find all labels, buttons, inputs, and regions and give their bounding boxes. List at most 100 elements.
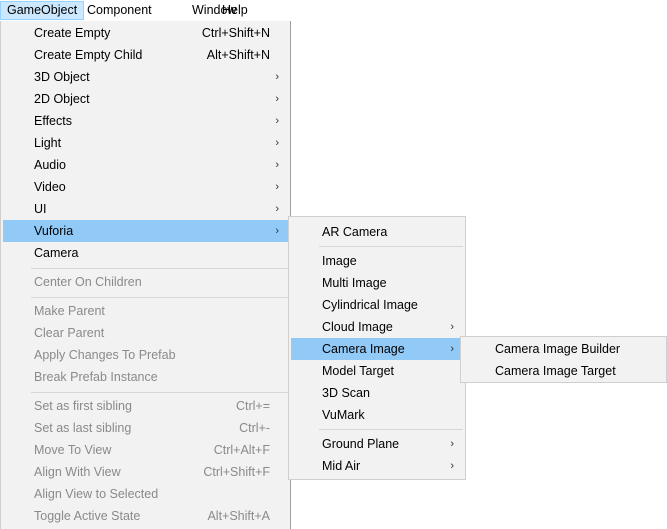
submenu-item-3d-scan[interactable]: 3D Scan <box>291 382 463 404</box>
menu-item-label: Center On Children <box>34 275 142 289</box>
menu-item-label: Cloud Image <box>322 320 393 334</box>
menu-item-label: Multi Image <box>322 276 387 290</box>
menu-item-shortcut: Ctrl+Shift+F <box>203 465 270 479</box>
menu-item-center-on-children[interactable]: Center On Children <box>3 271 288 293</box>
menu-item-label: Break Prefab Instance <box>34 370 158 384</box>
menu-item-move-to-view[interactable]: Move To View Ctrl+Alt+F <box>3 439 288 461</box>
menu-item-label: 3D Object <box>34 70 90 84</box>
menu-item-create-empty-child[interactable]: Create Empty Child Alt+Shift+N <box>3 44 288 66</box>
menu-item-label: Ground Plane <box>322 437 400 451</box>
submenu-item-ar-camera[interactable]: AR Camera <box>291 221 463 243</box>
menu-item-shortcut: Ctrl+= <box>235 399 270 413</box>
chevron-right-icon: › <box>450 438 454 450</box>
menu-item-set-as-first-sibling[interactable]: Set as first sibling Ctrl+= <box>3 395 288 417</box>
menu-item-label: Move To View <box>34 443 112 457</box>
menu-item-label: Mid Air <box>322 459 361 473</box>
gameobject-menu: Create Empty Ctrl+Shift+N Create Empty C… <box>0 21 290 529</box>
menu-item-video[interactable]: Video › <box>3 176 288 198</box>
menu-item-label: Model Target <box>322 364 395 378</box>
vuforia-submenu: AR Camera Image Multi Image Cylindrical … <box>288 216 466 480</box>
menu-separator <box>31 297 288 298</box>
menu-separator <box>31 268 288 269</box>
menu-item-light[interactable]: Light › <box>3 132 288 154</box>
menu-item-label: Image <box>322 254 357 268</box>
chevron-right-icon: › <box>275 181 279 193</box>
menu-item-label: UI <box>34 202 47 216</box>
menu-item-apply-changes-to-prefab[interactable]: Apply Changes To Prefab <box>3 344 288 366</box>
menu-item-label: 2D Object <box>34 92 90 106</box>
submenu-item-camera-image-builder[interactable]: Camera Image Builder <box>463 338 664 360</box>
chevron-right-icon: › <box>275 225 279 237</box>
submenu-item-camera-image[interactable]: Camera Image › <box>291 338 463 360</box>
menu-separator <box>319 246 463 247</box>
chevron-right-icon: › <box>275 71 279 83</box>
submenu-item-multi-image[interactable]: Multi Image <box>291 272 463 294</box>
menu-separator <box>31 392 288 393</box>
menu-bar: GameObject Component Window Help <box>0 0 667 22</box>
menu-item-align-with-view[interactable]: Align With View Ctrl+Shift+F <box>3 461 288 483</box>
menu-item-label: Create Empty <box>34 26 111 40</box>
menu-item-label: Set as last sibling <box>34 421 132 435</box>
menu-item-label: Toggle Active State <box>34 509 141 523</box>
menu-item-label: Video <box>34 180 66 194</box>
submenu-item-ground-plane[interactable]: Ground Plane › <box>291 433 463 455</box>
menu-item-label: AR Camera <box>322 225 388 239</box>
menu-item-label: Light <box>34 136 62 150</box>
menu-item-label: Create Empty Child <box>34 48 143 62</box>
menu-item-toggle-active-state[interactable]: Toggle Active State Alt+Shift+A <box>3 505 288 527</box>
menu-item-break-prefab-instance[interactable]: Break Prefab Instance <box>3 366 288 388</box>
menu-item-align-view-to-selected[interactable]: Align View to Selected <box>3 483 288 505</box>
menu-item-label: Set as first sibling <box>34 399 132 413</box>
menu-item-label: Make Parent <box>34 304 105 318</box>
menu-item-shortcut: Ctrl+- <box>239 421 270 435</box>
chevron-right-icon: › <box>450 321 454 333</box>
menu-item-label: Camera Image Target <box>495 364 616 378</box>
menu-item-label: Vuforia <box>34 224 74 238</box>
chevron-right-icon: › <box>450 460 454 472</box>
submenu-item-camera-image-target[interactable]: Camera Image Target <box>463 360 664 382</box>
menu-item-label: Audio <box>34 158 66 172</box>
menu-item-label: 3D Scan <box>322 386 370 400</box>
camera-image-submenu: Camera Image Builder Camera Image Target <box>460 336 667 383</box>
menu-item-set-as-last-sibling[interactable]: Set as last sibling Ctrl+- <box>3 417 288 439</box>
chevron-right-icon: › <box>275 137 279 149</box>
submenu-item-vumark[interactable]: VuMark <box>291 404 463 426</box>
chevron-right-icon: › <box>275 159 279 171</box>
menu-item-label: Effects <box>34 114 72 128</box>
menu-item-2d-object[interactable]: 2D Object › <box>3 88 288 110</box>
menu-item-effects[interactable]: Effects › <box>3 110 288 132</box>
submenu-item-cloud-image[interactable]: Cloud Image › <box>291 316 463 338</box>
menu-item-label: VuMark <box>322 408 365 422</box>
menu-item-camera[interactable]: Camera <box>3 242 288 264</box>
menu-item-make-parent[interactable]: Make Parent <box>3 300 288 322</box>
menu-item-label: Clear Parent <box>34 326 105 340</box>
menu-item-vuforia[interactable]: Vuforia › <box>3 220 288 242</box>
chevron-right-icon: › <box>275 115 279 127</box>
menu-item-shortcut: Alt+Shift+N <box>206 48 270 62</box>
submenu-item-image[interactable]: Image <box>291 250 463 272</box>
menu-item-label: Cylindrical Image <box>322 298 418 312</box>
menubar-component[interactable]: Component <box>81 1 158 20</box>
menu-item-label: Align View to Selected <box>34 487 159 501</box>
menu-item-shortcut: Ctrl+Shift+N <box>201 26 270 40</box>
menubar-help[interactable]: Help <box>216 1 254 20</box>
menu-item-ui[interactable]: UI › <box>3 198 288 220</box>
menu-item-label: Camera Image <box>322 342 405 356</box>
menu-item-clear-parent[interactable]: Clear Parent <box>3 322 288 344</box>
menu-item-create-empty[interactable]: Create Empty Ctrl+Shift+N <box>3 22 288 44</box>
menu-item-audio[interactable]: Audio › <box>3 154 288 176</box>
menu-item-shortcut: Alt+Shift+A <box>207 509 270 523</box>
menu-item-3d-object[interactable]: 3D Object › <box>3 66 288 88</box>
chevron-right-icon: › <box>275 203 279 215</box>
menubar-gameobject[interactable]: GameObject <box>0 1 85 20</box>
menu-item-shortcut: Ctrl+Alt+F <box>213 443 270 457</box>
chevron-right-icon: › <box>275 93 279 105</box>
menu-item-label: Camera <box>34 246 79 260</box>
menu-item-label: Align With View <box>34 465 121 479</box>
menu-item-label: Camera Image Builder <box>495 342 621 356</box>
submenu-item-cylindrical-image[interactable]: Cylindrical Image <box>291 294 463 316</box>
menu-separator <box>319 429 463 430</box>
submenu-item-mid-air[interactable]: Mid Air › <box>291 455 463 477</box>
menu-item-label: Apply Changes To Prefab <box>34 348 176 362</box>
submenu-item-model-target[interactable]: Model Target <box>291 360 463 382</box>
